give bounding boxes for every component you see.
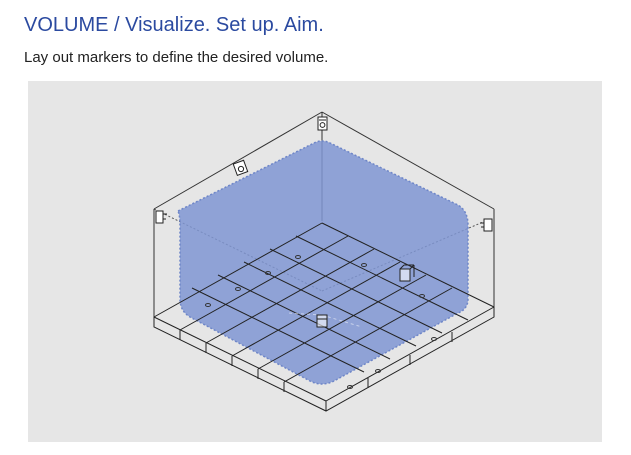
marker-cube-icon [316,314,328,328]
camera-icon [155,210,167,224]
camera-icon [317,116,328,131]
volume-blob [176,140,469,385]
volume-diagram [153,111,495,412]
page-subtitle: Lay out markers to define the desired vo… [24,49,329,66]
page-title: VOLUME / Visualize. Set up. Aim. [24,14,324,36]
camera-icon [480,218,493,232]
volume-illustration [28,81,602,442]
